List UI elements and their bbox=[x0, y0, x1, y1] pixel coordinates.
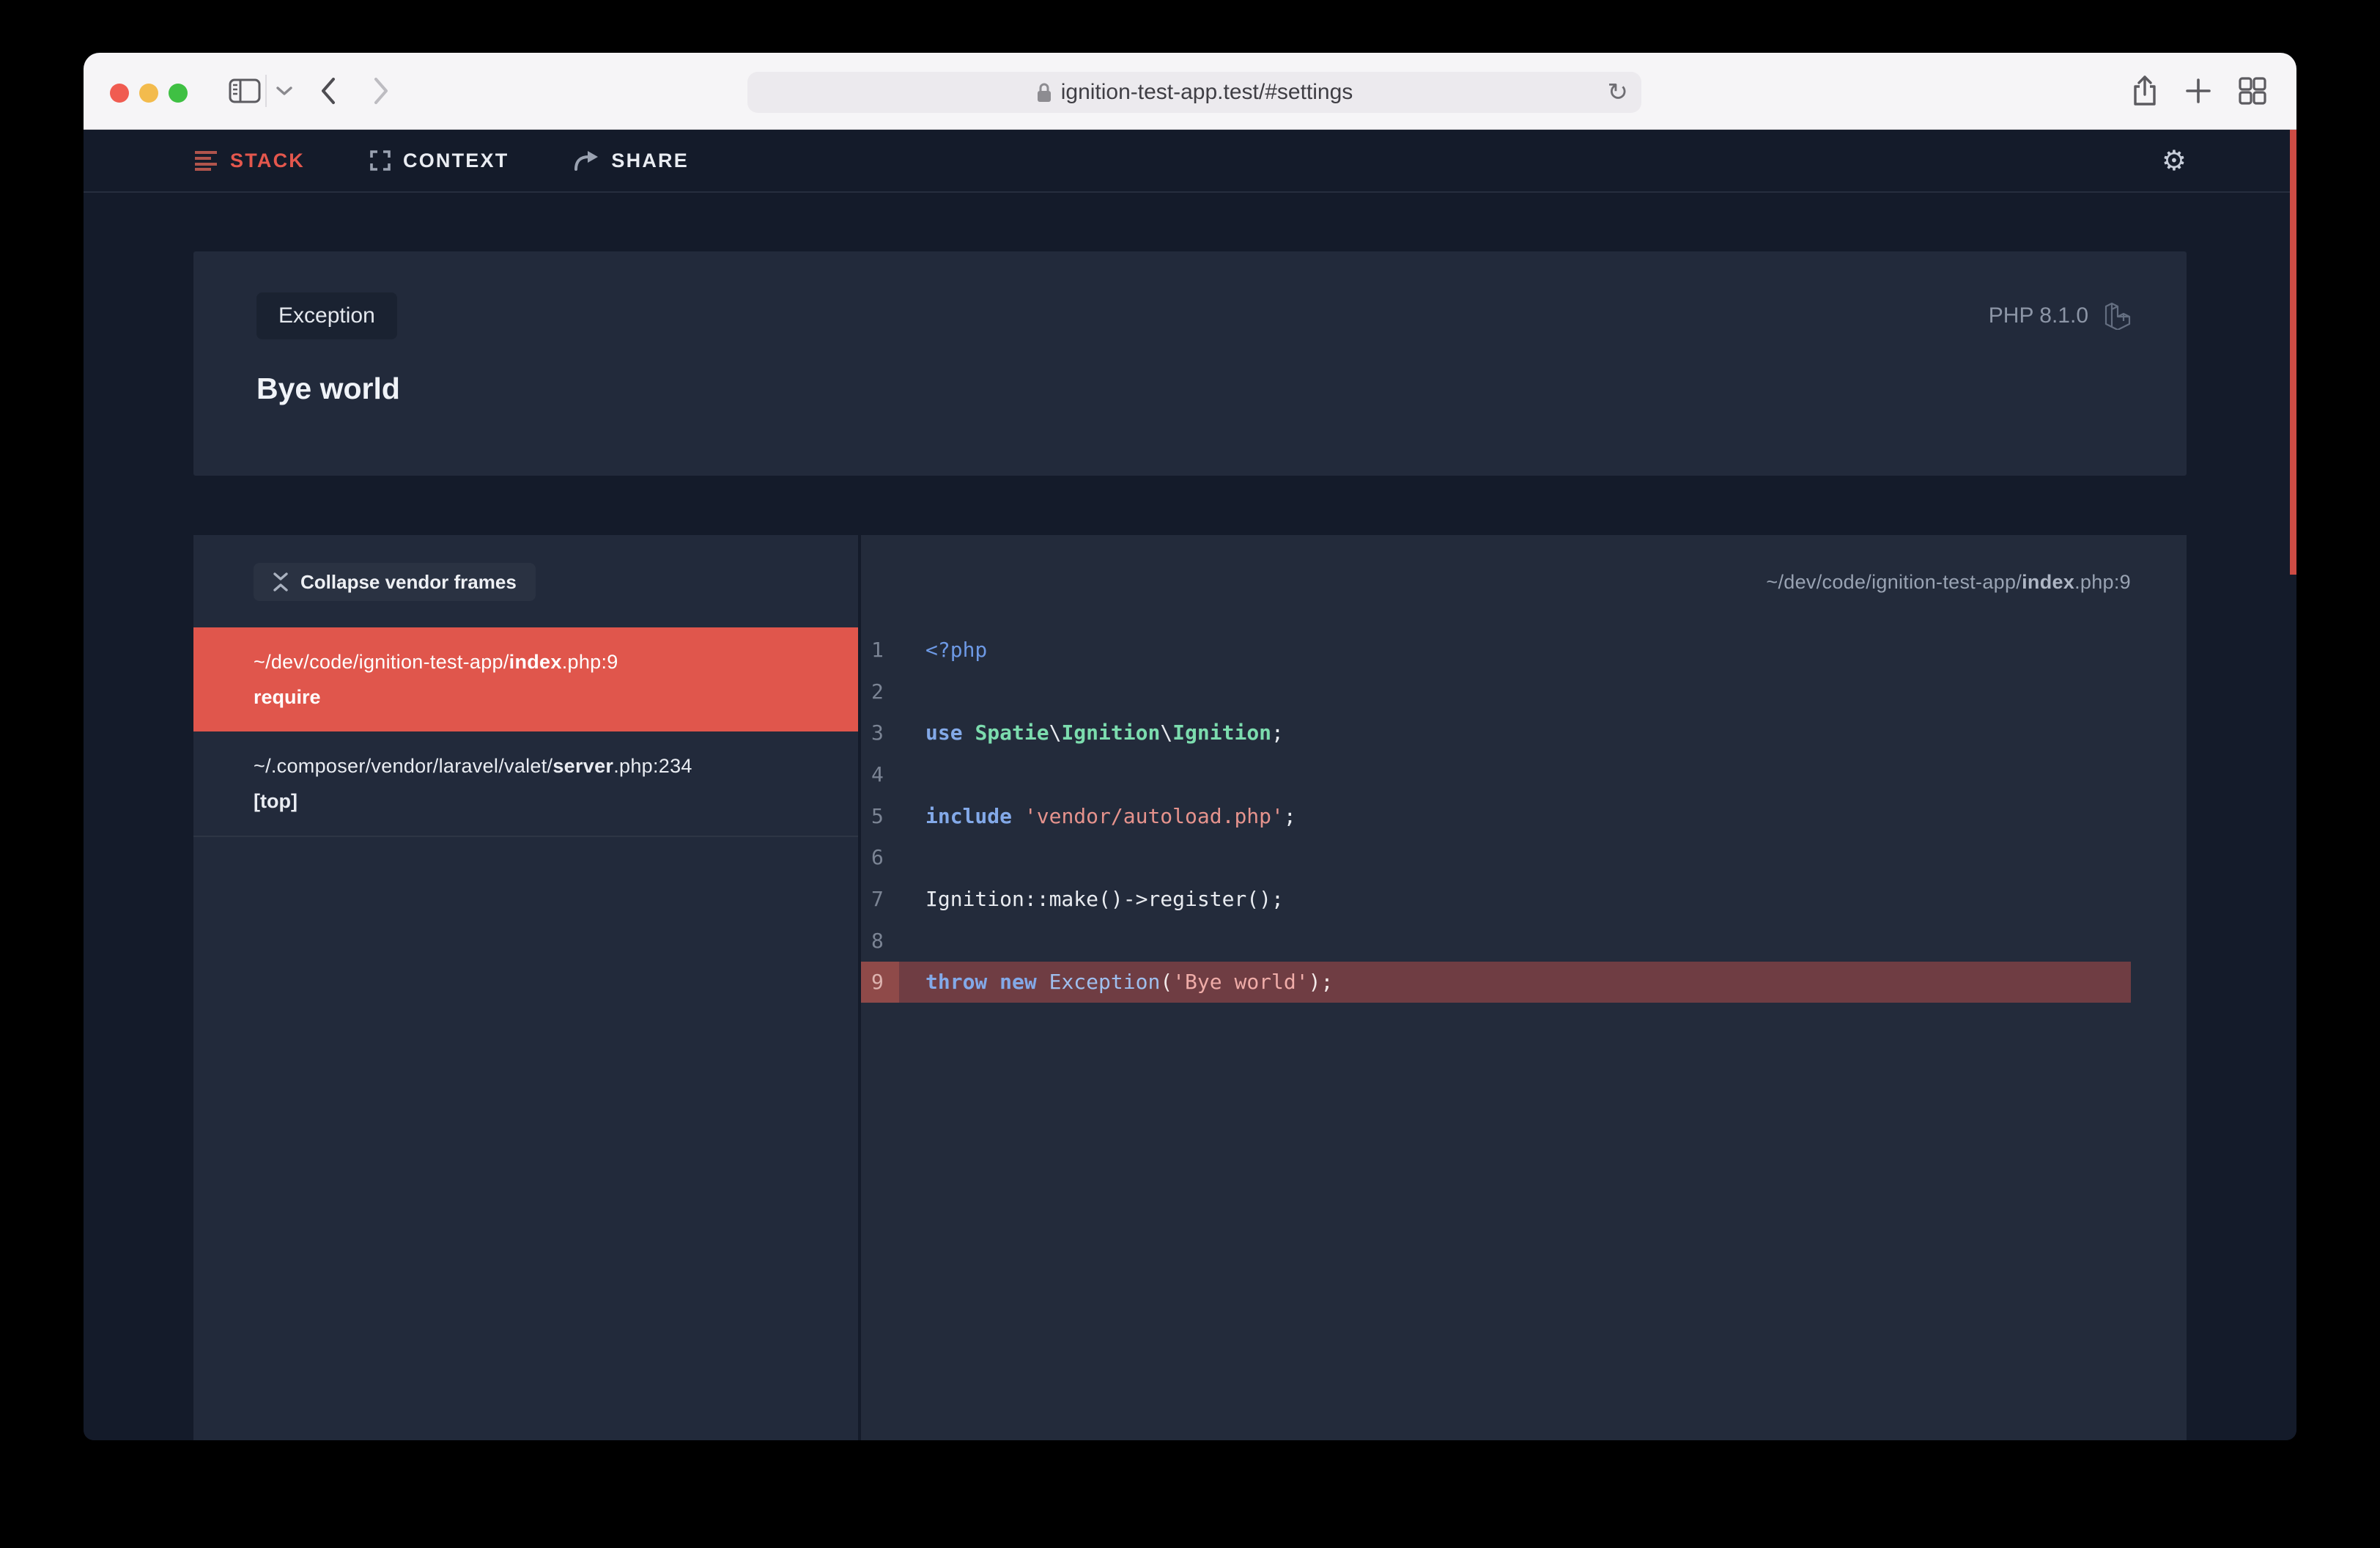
line-number: 6 bbox=[861, 845, 899, 869]
sidebar-toggle-button[interactable] bbox=[224, 53, 265, 129]
stack-trace-section: Collapse vendor frames ~/dev/code/igniti… bbox=[193, 535, 2187, 1440]
php-version-label: PHP 8.1.0 bbox=[1989, 303, 2088, 328]
code-line-3: 3use Spatie\Ignition\Ignition; bbox=[861, 712, 2131, 753]
address-bar[interactable]: ignition-test-app.test/#settings ↻ bbox=[747, 72, 1641, 113]
frame-path: ~/dev/code/ignition-test-app/index.php:9 bbox=[254, 649, 829, 674]
frame-method: [top] bbox=[254, 789, 829, 814]
stack-frames-panel: Collapse vendor frames ~/dev/code/igniti… bbox=[193, 535, 858, 1440]
browser-toolbar: ignition-test-app.test/#settings ↻ bbox=[84, 53, 2296, 130]
stack-frame[interactable]: ~/.composer/vendor/laravel/valet/server.… bbox=[193, 731, 858, 837]
line-number: 7 bbox=[861, 887, 899, 911]
line-number: 1 bbox=[861, 638, 899, 662]
collapse-vendor-frames-label: Collapse vendor frames bbox=[300, 571, 517, 594]
tab-context[interactable]: CONTEXT bbox=[369, 150, 509, 172]
tab-overview-button[interactable] bbox=[2235, 53, 2270, 129]
php-version: PHP 8.1.0 bbox=[1989, 302, 2131, 330]
toolbar-divider bbox=[265, 75, 267, 107]
tab-grid-icon bbox=[2238, 76, 2267, 106]
stack-icon bbox=[193, 150, 218, 171]
share-icon bbox=[2132, 75, 2157, 107]
code-lines: 1<?php23use Spatie\Ignition\Ignition;45i… bbox=[861, 629, 2131, 1003]
laravel-icon bbox=[2104, 302, 2131, 330]
back-icon bbox=[320, 77, 336, 105]
new-tab-button[interactable] bbox=[2181, 53, 2216, 129]
stack-frames: ~/dev/code/ignition-test-app/index.php:9… bbox=[193, 627, 858, 837]
code-line-content: Ignition::make()->register(); bbox=[899, 887, 1284, 911]
stack-panel-header: Collapse vendor frames bbox=[193, 535, 858, 627]
tab-share[interactable]: SHARE bbox=[573, 150, 689, 172]
code-snippet-panel: ~/dev/code/ignition-test-app/index.php:9… bbox=[861, 535, 2187, 1440]
error-message: Bye world bbox=[256, 372, 2131, 406]
minimize-window-button[interactable] bbox=[139, 84, 158, 103]
chevron-down-icon bbox=[276, 86, 293, 96]
forward-button[interactable] bbox=[365, 53, 397, 129]
frame-method: require bbox=[254, 685, 829, 710]
code-line-1: 1<?php bbox=[861, 629, 2131, 671]
page-scrollbar-thumb[interactable] bbox=[2290, 130, 2296, 575]
line-number: 5 bbox=[861, 804, 899, 828]
sidebar-icon bbox=[229, 78, 261, 103]
code-header-path: ~/dev/code/ignition-test-app/index.php:9 bbox=[861, 535, 2187, 629]
reload-button[interactable]: ↻ bbox=[1608, 72, 1629, 113]
forward-icon bbox=[373, 77, 389, 105]
code-path-file: index bbox=[2022, 571, 2074, 594]
settings-button[interactable]: ⚙ bbox=[2162, 147, 2187, 174]
line-number: 4 bbox=[861, 762, 899, 786]
code-line-9: 9throw new Exception('Bye world'); bbox=[861, 962, 2131, 1003]
tab-stack[interactable]: STACK bbox=[193, 150, 305, 172]
share-arrow-icon bbox=[573, 150, 599, 172]
code-line-6: 6 bbox=[861, 836, 2131, 878]
desktop-background: ignition-test-app.test/#settings ↻ bbox=[0, 0, 2380, 1548]
code-area: 1<?php23use Spatie\Ignition\Ignition;45i… bbox=[861, 629, 2187, 1003]
lock-icon bbox=[1036, 81, 1052, 103]
code-line-2: 2 bbox=[861, 671, 2131, 712]
code-line-4: 4 bbox=[861, 753, 2131, 795]
url-text: ignition-test-app.test/#settings bbox=[1061, 80, 1353, 105]
share-button[interactable] bbox=[2128, 53, 2162, 129]
code-path-tail: .php:9 bbox=[2074, 571, 2131, 594]
plus-icon bbox=[2185, 78, 2211, 104]
code-line-content: throw new Exception('Bye world'); bbox=[899, 970, 1333, 994]
line-number: 8 bbox=[861, 929, 899, 953]
ignition-nav-bar: STACK CONTEXT bbox=[84, 130, 2296, 193]
code-line-content: include 'vendor/autoload.php'; bbox=[899, 804, 1296, 828]
code-line-5: 5include 'vendor/autoload.php'; bbox=[861, 795, 2131, 837]
tab-share-label: SHARE bbox=[611, 150, 689, 172]
collapse-vertical-icon bbox=[273, 571, 289, 593]
zoom-window-button[interactable] bbox=[169, 84, 188, 103]
line-number: 3 bbox=[861, 720, 899, 745]
gear-icon: ⚙ bbox=[2162, 144, 2187, 177]
line-number: 2 bbox=[861, 679, 899, 704]
line-number: 9 bbox=[861, 962, 899, 1003]
ignition-error-page: STACK CONTEXT bbox=[84, 130, 2296, 1440]
code-line-content: <?php bbox=[899, 638, 987, 662]
error-card: Exception PHP 8.1.0 Bye world bbox=[193, 251, 2187, 476]
stack-frame[interactable]: ~/dev/code/ignition-test-app/index.php:9… bbox=[193, 627, 858, 731]
code-line-7: 7Ignition::make()->register(); bbox=[861, 878, 2131, 920]
tab-stack-label: STACK bbox=[230, 150, 305, 172]
collapse-vendor-frames-button[interactable]: Collapse vendor frames bbox=[254, 563, 536, 601]
tab-context-label: CONTEXT bbox=[403, 150, 509, 172]
frame-path: ~/.composer/vendor/laravel/valet/server.… bbox=[254, 753, 829, 778]
context-brackets-icon bbox=[369, 150, 391, 172]
code-line-content: use Spatie\Ignition\Ignition; bbox=[899, 720, 1284, 745]
close-window-button[interactable] bbox=[110, 84, 129, 103]
sidebar-menu-chevron[interactable] bbox=[268, 53, 300, 129]
code-line-8: 8 bbox=[861, 920, 2131, 962]
code-path-prefix: ~/dev/code/ignition-test-app/ bbox=[1766, 571, 2022, 594]
content-container: Exception PHP 8.1.0 Bye world bbox=[193, 251, 2187, 1440]
exception-type-badge: Exception bbox=[256, 292, 397, 339]
back-button[interactable] bbox=[312, 53, 344, 129]
browser-window: ignition-test-app.test/#settings ↻ bbox=[84, 53, 2296, 1440]
